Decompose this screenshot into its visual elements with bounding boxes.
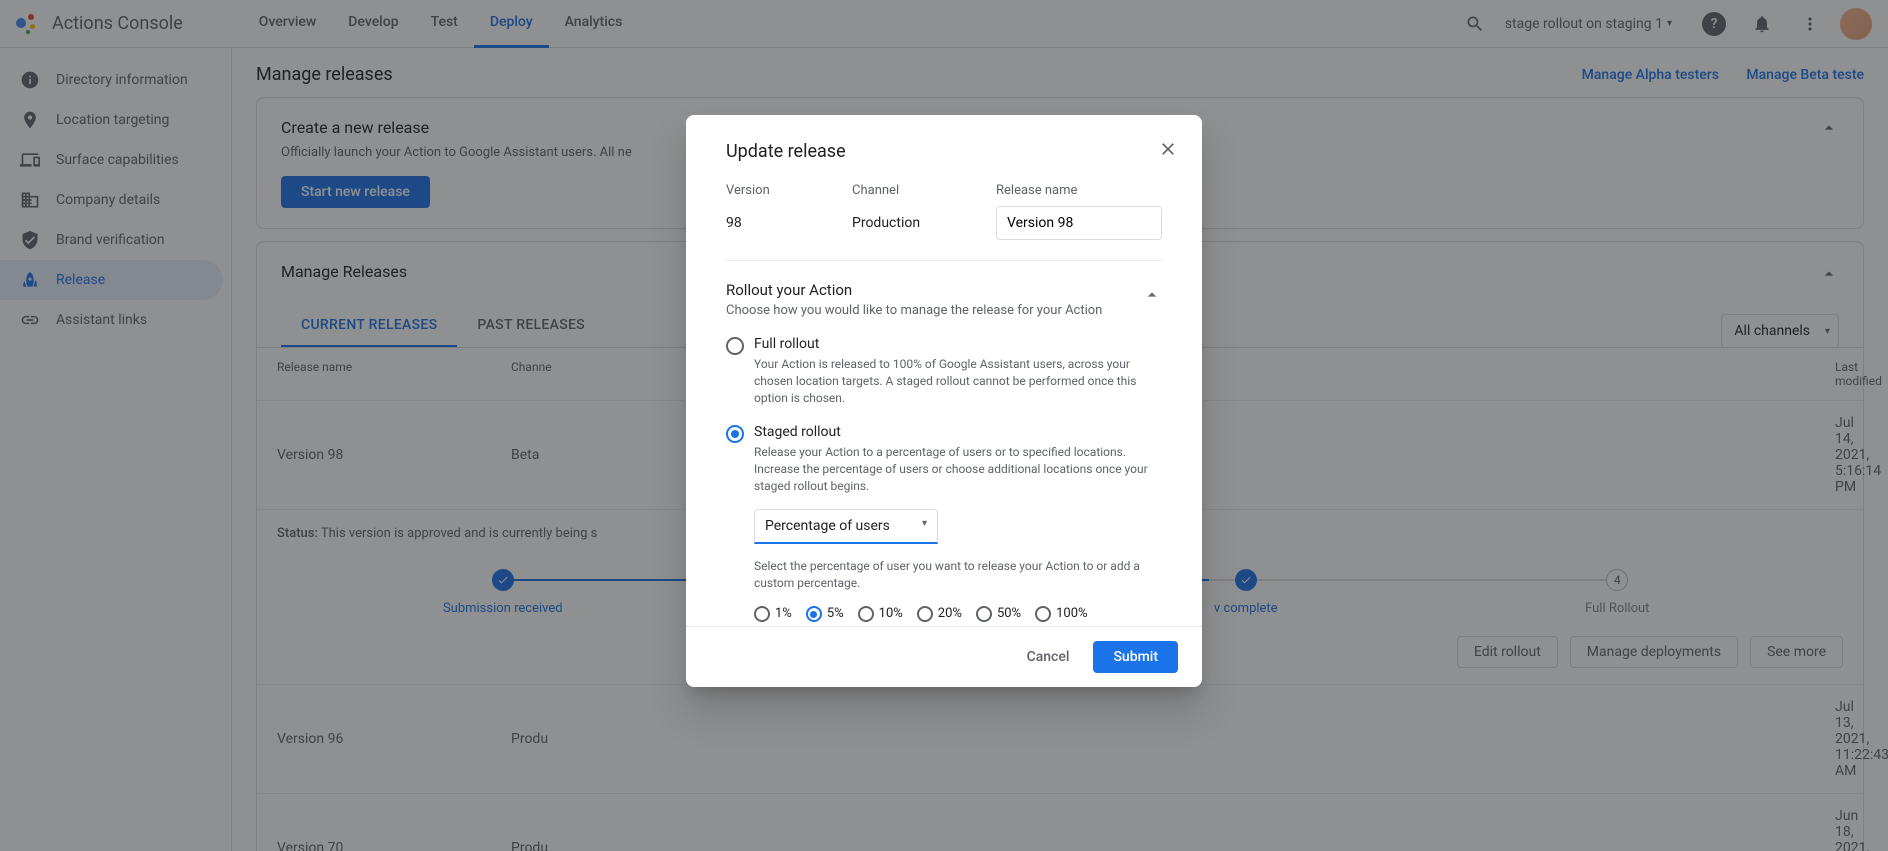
percentage-options: 1% 5% 10% 20% 50% 100% Custom % xyxy=(754,605,1162,626)
modal-scrim[interactable]: Update release Version Channel Release n… xyxy=(0,0,1888,851)
radio-icon xyxy=(726,425,744,443)
percentage-helper-text: Select the percentage of user you want t… xyxy=(754,558,1162,592)
rollout-title: Rollout your Action xyxy=(726,281,1102,299)
label-channel: Channel xyxy=(852,183,996,198)
staged-rollout-desc: Release your Action to a percentage of u… xyxy=(754,444,1162,494)
radio-staged-rollout[interactable]: Staged rollout Release your Action to a … xyxy=(726,424,1162,494)
full-rollout-label: Full rollout xyxy=(754,336,1162,352)
pct-10[interactable]: 10% xyxy=(858,605,903,622)
value-version: 98 xyxy=(726,215,852,231)
full-rollout-desc: Your Action is released to 100% of Googl… xyxy=(754,356,1162,406)
label-version: Version xyxy=(726,183,852,198)
rollout-subtitle: Choose how you would like to manage the … xyxy=(726,303,1102,318)
pct-20[interactable]: 20% xyxy=(917,605,962,622)
radio-full-rollout[interactable]: Full rollout Your Action is released to … xyxy=(726,336,1162,406)
close-icon[interactable] xyxy=(1158,139,1178,163)
cancel-button[interactable]: Cancel xyxy=(1011,641,1086,673)
radio-icon xyxy=(726,337,744,355)
chevron-up-icon[interactable] xyxy=(1142,281,1162,309)
staged-rollout-label: Staged rollout xyxy=(754,424,1162,440)
pct-50[interactable]: 50% xyxy=(976,605,1021,622)
modal-title: Update release xyxy=(726,141,846,162)
pct-1[interactable]: 1% xyxy=(754,605,792,622)
label-release-name: Release name xyxy=(996,183,1077,198)
release-name-input[interactable] xyxy=(996,206,1162,240)
pct-5[interactable]: 5% xyxy=(806,605,844,622)
rollout-type-select[interactable]: Percentage of users xyxy=(754,509,938,544)
submit-button[interactable]: Submit xyxy=(1093,641,1178,673)
pct-100[interactable]: 100% xyxy=(1035,605,1087,622)
value-channel: Production xyxy=(852,215,996,231)
update-release-modal: Update release Version Channel Release n… xyxy=(686,115,1202,687)
